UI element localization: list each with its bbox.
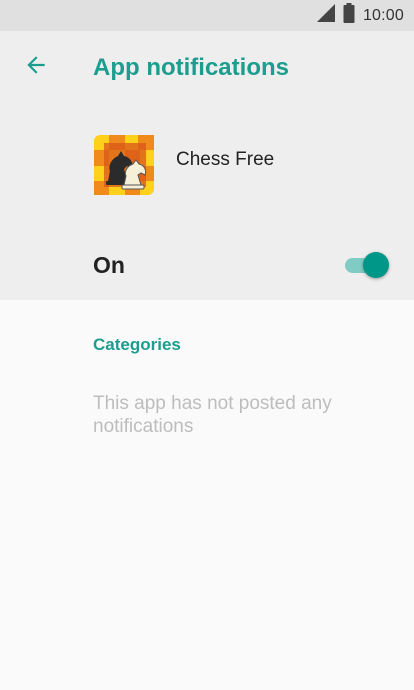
status-icons: 10:00	[316, 0, 404, 31]
arrow-back-icon	[23, 52, 49, 83]
signal-icon	[316, 4, 335, 27]
page-title: App notifications	[93, 54, 289, 81]
app-bar: App notifications	[0, 31, 414, 106]
notifications-toggle[interactable]	[343, 250, 391, 280]
app-header-panel: Chess Free On	[0, 106, 414, 300]
app-name: Chess Free	[176, 149, 275, 170]
categories-header: Categories	[93, 335, 181, 354]
status-time: 10:00	[362, 6, 404, 24]
status-bar: 10:00	[0, 0, 414, 31]
back-button[interactable]	[20, 51, 52, 83]
toggle-thumb	[363, 252, 389, 278]
notifications-toggle-label: On	[93, 252, 125, 278]
empty-notifications-message: This app has not posted any notification…	[93, 393, 332, 437]
battery-icon	[343, 3, 355, 28]
chess-app-icon	[94, 135, 154, 195]
